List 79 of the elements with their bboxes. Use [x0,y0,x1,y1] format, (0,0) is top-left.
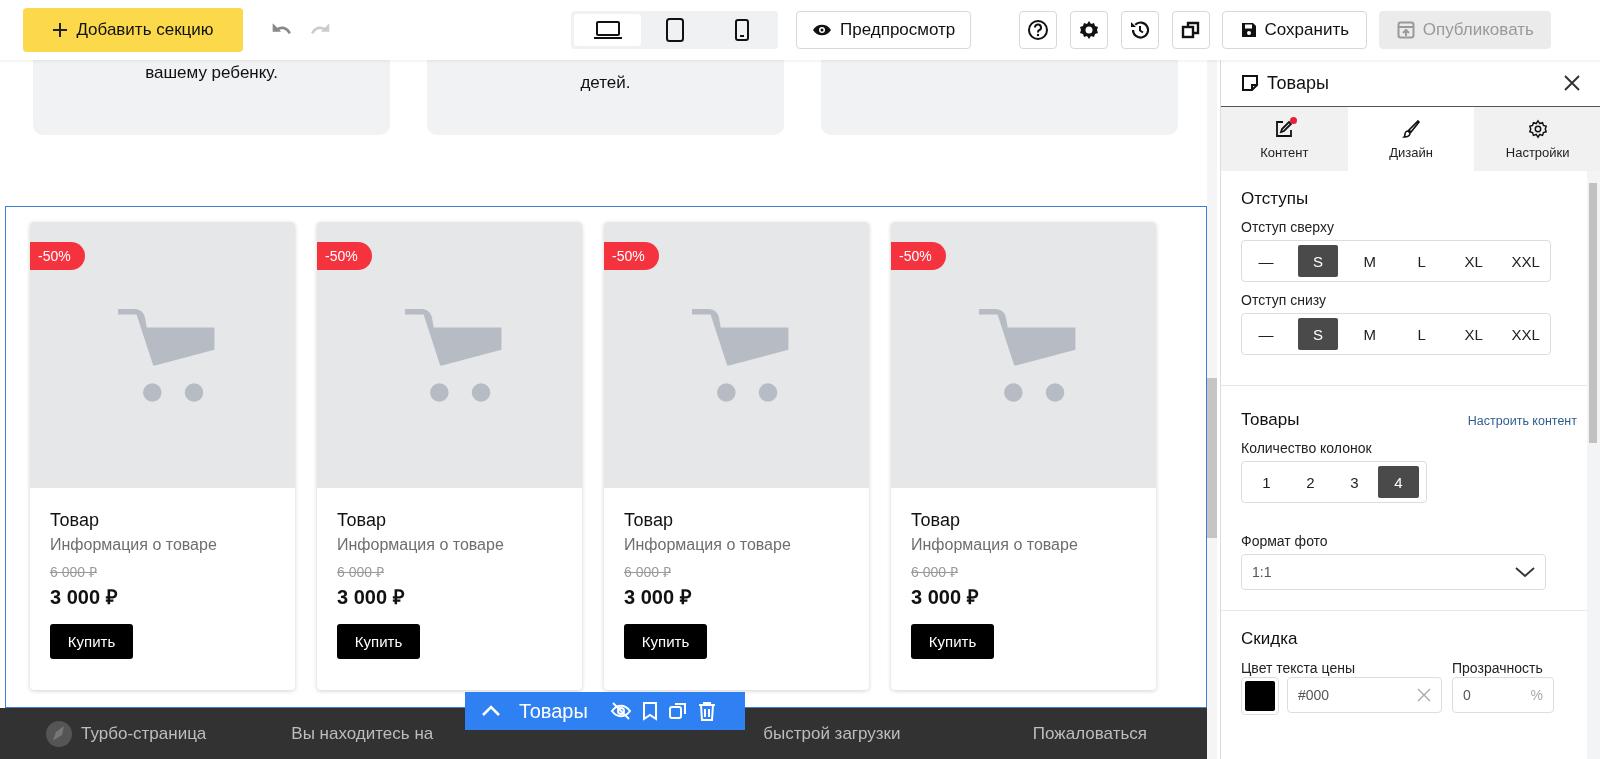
plus-icon [52,22,69,38]
phone-icon [734,19,749,41]
history-button[interactable] [1121,11,1160,49]
product-title: Товар [50,509,99,532]
upload-icon [1396,21,1415,39]
old-price: 6 000 ₽ [911,563,958,581]
product-info: Информация о товаре [911,536,1078,554]
settings-button[interactable] [1070,11,1109,49]
desktop-view-button[interactable] [574,14,641,46]
old-price: 6 000 ₽ [337,563,384,581]
edit-icon [1274,118,1295,139]
brush-icon [1401,118,1421,139]
discount-badge: -50% [317,242,372,270]
product-info: Информация о товаре [50,536,217,554]
field-label: Прозрачность [1452,660,1543,676]
discount-badge: -50% [604,242,659,270]
field-label: Формат фото [1241,533,1328,549]
help-button[interactable] [1019,11,1058,49]
old-price: 6 000 ₽ [624,563,671,581]
collapse-icon[interactable] [481,705,501,717]
field-label: Количество колонок [1241,440,1372,456]
brand-name: Турбо-страница [81,723,207,744]
price: 3 000 ₽ [337,585,405,610]
section-name: Товары [519,699,588,723]
size-option[interactable]: S [1297,245,1338,277]
discount-badge: -50% [30,242,85,270]
product-title: Товар [337,509,386,532]
buy-button[interactable]: Купить [337,624,420,659]
settings-icon [1527,118,1548,139]
product-info: Информация о товаре [337,536,504,554]
hide-icon[interactable] [609,700,632,722]
trash-icon[interactable] [697,701,716,721]
color-swatch[interactable] [1241,677,1279,715]
chevron-down-icon [1515,566,1535,578]
card-text: детей. [580,72,631,94]
price: 3 000 ₽ [624,585,692,610]
photo-format-dropdown[interactable]: 1:1 [1241,554,1546,590]
eye-icon [812,23,832,37]
field-label: Цвет текста цены [1241,660,1355,676]
history-icon [1129,19,1152,41]
card-text: вашему ребенку. [145,62,278,84]
scrollbar[interactable] [1207,60,1217,759]
laptop-icon [592,20,623,40]
duplicate-button[interactable] [1172,11,1211,49]
opacity-input[interactable]: 0 % [1452,677,1554,713]
color-input[interactable]: #000 [1287,677,1442,713]
product-title: Товар [624,509,673,532]
report-link[interactable]: Пожаловаться [1032,723,1147,744]
help-icon [1027,19,1050,41]
save-button[interactable]: Сохранить [1222,11,1368,49]
buy-button[interactable]: Купить [50,624,133,659]
column-option[interactable]: 4 [1378,466,1419,498]
discount-badge: -50% [891,242,946,270]
section-title: Отступы [1241,189,1309,209]
field-label: Отступ сверху [1241,219,1334,235]
footer-notice: Вы находитесь на [291,723,434,744]
price: 3 000 ₽ [50,585,118,610]
add-section-button[interactable]: Добавить секцию [23,8,243,52]
product-title: Товар [911,509,960,532]
section-title: Скидка [1241,629,1298,649]
panel-title: Товары [1267,72,1329,94]
buy-button[interactable]: Купить [911,624,994,659]
panel-tab[interactable]: Дизайн [1347,107,1475,171]
bookmark-icon[interactable] [641,701,658,721]
configure-content-link[interactable]: Настроить контент [1467,414,1577,428]
old-price: 6 000 ₽ [50,563,97,581]
settings-icon [1078,19,1101,41]
size-option[interactable]: S [1297,318,1338,350]
field-label: Отступ снизу [1241,292,1326,308]
close-icon[interactable] [1563,74,1581,92]
price: 3 000 ₽ [911,585,979,610]
tablet-icon [664,18,685,42]
product-info: Информация о товаре [624,536,791,554]
copy-icon[interactable] [667,701,688,721]
buy-button[interactable]: Купить [624,624,707,659]
note-icon [1241,74,1259,92]
footer-notice: быстрой загрузки [763,723,901,744]
preview-button[interactable]: Предпросмотр [796,11,972,49]
section-title: Товары [1241,410,1300,430]
